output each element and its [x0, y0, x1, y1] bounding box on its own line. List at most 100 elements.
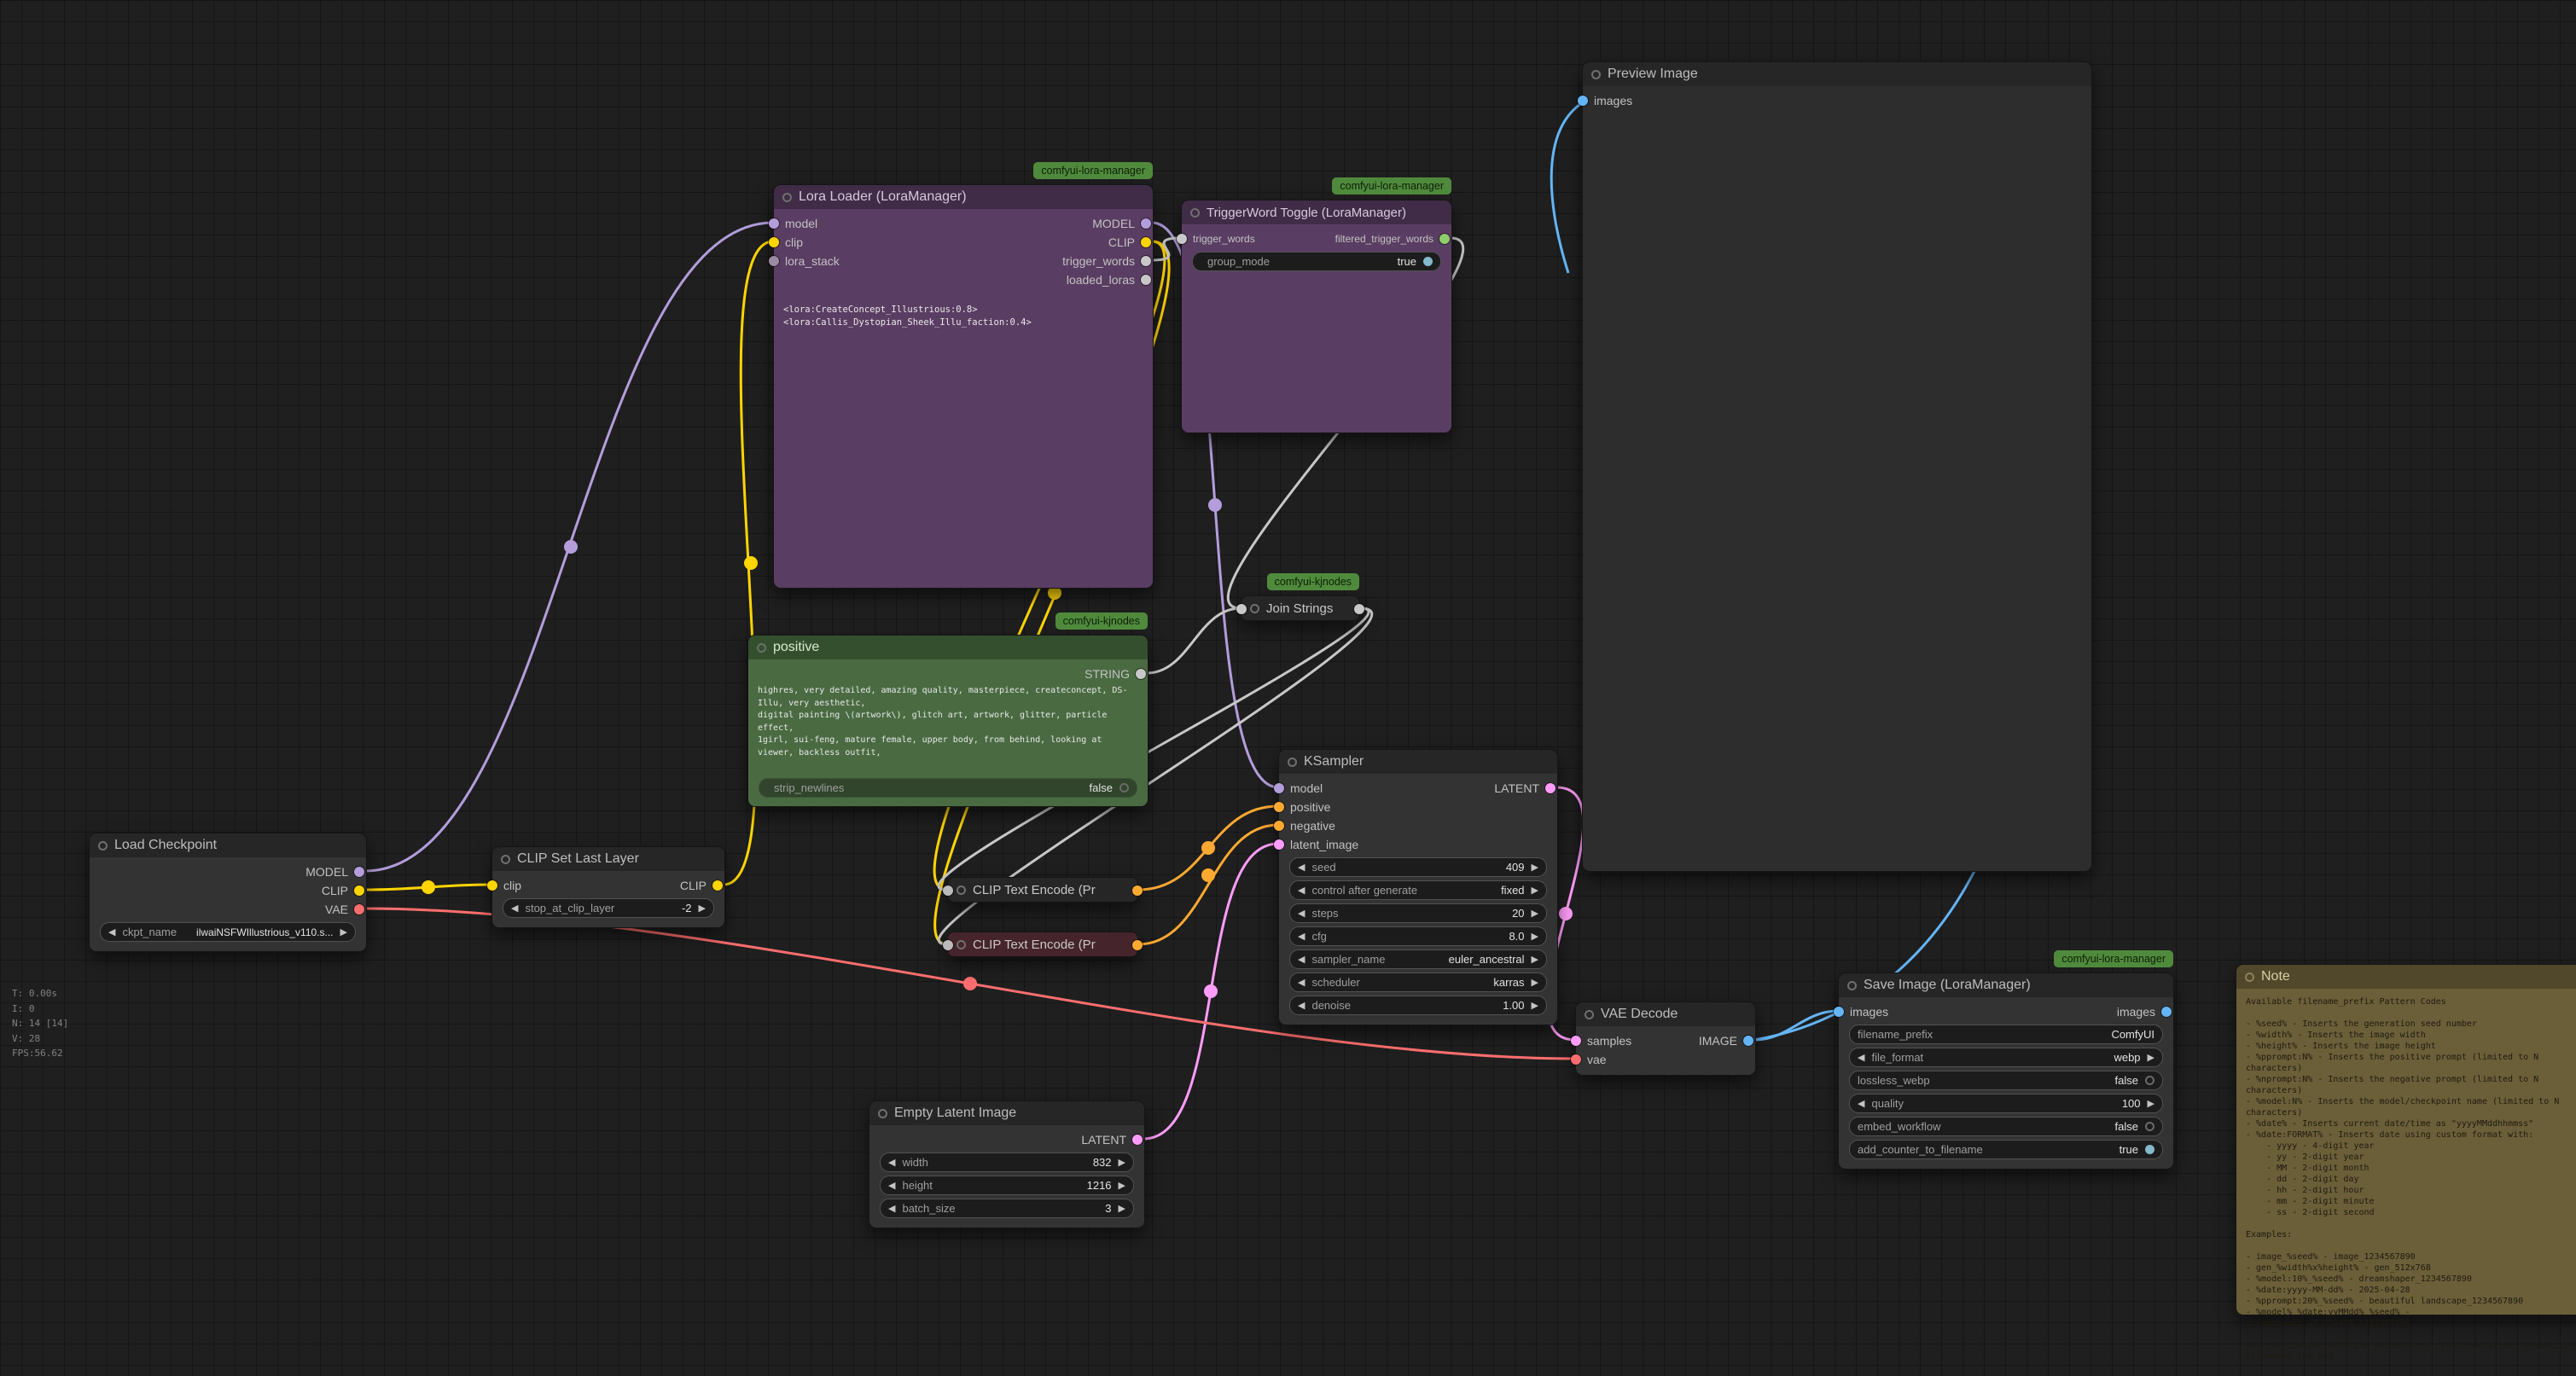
clip-slot-dot[interactable] [712, 880, 723, 891]
widget-width[interactable]: ◀ width 832 ▶ [880, 1152, 1134, 1172]
widget-strip-newlines[interactable]: strip_newlines false [759, 778, 1137, 798]
input-vae[interactable]: vae [1576, 1050, 1631, 1069]
widget-lossless-webp[interactable]: lossless_webp false [1849, 1071, 2163, 1090]
increment-arrow-icon[interactable]: ▶ [1532, 908, 1538, 919]
collapsed-output-dot[interactable] [1132, 940, 1143, 950]
latent-slot-dot[interactable] [1132, 1135, 1143, 1145]
decrement-arrow-icon[interactable]: ◀ [1298, 931, 1305, 942]
output-latent[interactable]: LATENT [1494, 779, 1550, 798]
model-slot-dot[interactable] [1274, 783, 1284, 793]
collapse-toggle-icon[interactable] [957, 885, 966, 895]
lora-syntax-text[interactable]: <lora:CreateConcept_Illustrious:0.8> <lo… [774, 296, 1153, 337]
image-slot-dot[interactable] [1834, 1007, 1844, 1017]
collapsed-output-dot[interactable] [1132, 885, 1143, 896]
model-slot-dot[interactable] [769, 218, 779, 229]
input-positive[interactable]: positive [1279, 798, 1358, 816]
increment-arrow-icon[interactable]: ▶ [340, 926, 347, 938]
collapse-toggle-icon[interactable] [2245, 972, 2254, 982]
node-clip-text-encode-negative[interactable]: CLIP Text Encode (Pr [947, 932, 1138, 957]
collapse-toggle-icon[interactable] [1190, 208, 1200, 218]
increment-arrow-icon[interactable]: ▶ [1532, 1000, 1538, 1011]
widget-cfg[interactable]: ◀ cfg 8.0 ▶ [1289, 926, 1547, 946]
decrement-arrow-icon[interactable]: ◀ [1298, 1000, 1305, 1011]
node-title-bar[interactable]: CLIP Set Last Layer [492, 847, 724, 871]
increment-arrow-icon[interactable]: ▶ [1532, 954, 1538, 965]
lora-stack-slot-dot[interactable] [769, 256, 779, 266]
node-title-bar[interactable]: positive [748, 636, 1148, 659]
decrement-arrow-icon[interactable]: ◀ [888, 1157, 895, 1168]
toggle-dot[interactable] [2145, 1076, 2154, 1085]
widget-stop-at-clip-layer[interactable]: ◀ stop_at_clip_layer -2 ▶ [503, 898, 714, 918]
decrement-arrow-icon[interactable]: ◀ [888, 1203, 895, 1214]
collapse-toggle-icon[interactable] [501, 855, 510, 864]
input-images[interactable]: images [1583, 91, 1632, 110]
increment-arrow-icon[interactable]: ▶ [2148, 1098, 2154, 1109]
toggle-dot[interactable] [2145, 1145, 2154, 1154]
input-clip[interactable]: clip [774, 233, 840, 252]
increment-arrow-icon[interactable]: ▶ [1119, 1203, 1125, 1214]
image-slot-dot[interactable] [2161, 1007, 2172, 1017]
widget-add-counter-to-filename[interactable]: add_counter_to_filename true [1849, 1140, 2163, 1159]
output-latent[interactable]: LATENT [1081, 1130, 1137, 1149]
output-images[interactable]: images [2117, 1002, 2166, 1021]
output-clip[interactable]: CLIP [680, 876, 718, 895]
node-lora-loader[interactable]: comfyui-lora-manager Lora Loader (LoraMa… [773, 184, 1154, 589]
clip-slot-dot[interactable] [769, 237, 779, 247]
collapse-toggle-icon[interactable] [957, 940, 966, 949]
widget-quality[interactable]: ◀ quality 100 ▶ [1849, 1094, 2163, 1113]
input-negative[interactable]: negative [1279, 816, 1358, 835]
graph-canvas[interactable]: Load Checkpoint MODEL CLIP VAE ◀ ckpt_na… [0, 0, 2576, 1376]
decrement-arrow-icon[interactable]: ◀ [108, 926, 115, 938]
widget-control-after-generate[interactable]: ◀ control after generate fixed ▶ [1289, 880, 1547, 900]
input-trigger-words[interactable]: trigger_words [1182, 229, 1255, 248]
node-title-bar[interactable]: Note [2236, 965, 2576, 989]
prompt-textarea[interactable]: highres, very detailed, amazing quality,… [748, 683, 1148, 767]
node-triggerword-toggle[interactable]: comfyui-lora-manager TriggerWord Toggle … [1181, 200, 1452, 433]
output-trigger-words[interactable]: trigger_words [1062, 252, 1146, 270]
node-save-image[interactable]: comfyui-lora-manager Save Image (LoraMan… [1838, 972, 2174, 1170]
node-load-checkpoint[interactable]: Load Checkpoint MODEL CLIP VAE ◀ ckpt_na… [89, 833, 367, 952]
decrement-arrow-icon[interactable]: ◀ [1858, 1052, 1864, 1063]
conditioning-slot-dot[interactable] [1274, 821, 1284, 831]
input-lora-stack[interactable]: lora_stack [774, 252, 840, 270]
node-title-bar[interactable]: Save Image (LoraManager) [1839, 973, 2173, 997]
output-string[interactable]: STRING [1084, 665, 1141, 683]
collapse-toggle-icon[interactable] [1591, 70, 1601, 79]
decrement-arrow-icon[interactable]: ◀ [1298, 885, 1305, 896]
widget-batch-size[interactable]: ◀ batch_size 3 ▶ [880, 1199, 1134, 1218]
node-join-strings[interactable]: comfyui-kjnodes Join Strings [1241, 595, 1360, 621]
toggle-dot[interactable] [1119, 783, 1129, 793]
widget-sampler-name[interactable]: ◀ sampler_name euler_ancestral ▶ [1289, 949, 1547, 969]
decrement-arrow-icon[interactable]: ◀ [1858, 1098, 1864, 1109]
output-filtered-trigger-words[interactable]: filtered_trigger_words [1335, 229, 1445, 248]
model-slot-dot[interactable] [1141, 218, 1151, 229]
collapse-toggle-icon[interactable] [1585, 1010, 1594, 1019]
node-ksampler[interactable]: KSampler model positive negative latent_… [1278, 749, 1558, 1025]
toggle-dot[interactable] [2145, 1122, 2154, 1131]
input-clip[interactable]: clip [492, 876, 521, 895]
decrement-arrow-icon[interactable]: ◀ [1298, 954, 1305, 965]
node-title-bar[interactable]: KSampler [1279, 750, 1557, 774]
output-model[interactable]: MODEL [1062, 214, 1146, 233]
collapsed-output-dot[interactable] [1354, 604, 1364, 614]
increment-arrow-icon[interactable]: ▶ [1119, 1180, 1125, 1191]
widget-group-mode[interactable]: group_mode true [1192, 252, 1441, 271]
latent-slot-dot[interactable] [1274, 839, 1284, 850]
widget-scheduler[interactable]: ◀ scheduler karras ▶ [1289, 972, 1547, 992]
string-slot-dot[interactable] [1141, 256, 1151, 266]
node-vae-decode[interactable]: VAE Decode samples vae IMAGE [1575, 1002, 1756, 1076]
latent-slot-dot[interactable] [1571, 1036, 1581, 1046]
increment-arrow-icon[interactable]: ▶ [1119, 1157, 1125, 1168]
string-slot-dot[interactable] [1141, 275, 1151, 285]
increment-arrow-icon[interactable]: ▶ [1532, 862, 1538, 873]
node-title-bar[interactable]: Load Checkpoint [90, 833, 366, 857]
clip-slot-dot[interactable] [487, 880, 497, 891]
node-clip-text-encode-positive[interactable]: CLIP Text Encode (Pr [947, 877, 1138, 903]
node-positive-prompt[interactable]: comfyui-kjnodes positive STRING highres,… [747, 635, 1148, 807]
image-slot-dot[interactable] [1743, 1036, 1753, 1046]
note-textarea[interactable]: Available filename_prefix Pattern Codes … [2236, 989, 2576, 1370]
decrement-arrow-icon[interactable]: ◀ [1298, 862, 1305, 873]
decrement-arrow-icon[interactable]: ◀ [1298, 977, 1305, 988]
collapse-toggle-icon[interactable] [878, 1109, 887, 1118]
model-slot-dot[interactable] [354, 867, 364, 877]
